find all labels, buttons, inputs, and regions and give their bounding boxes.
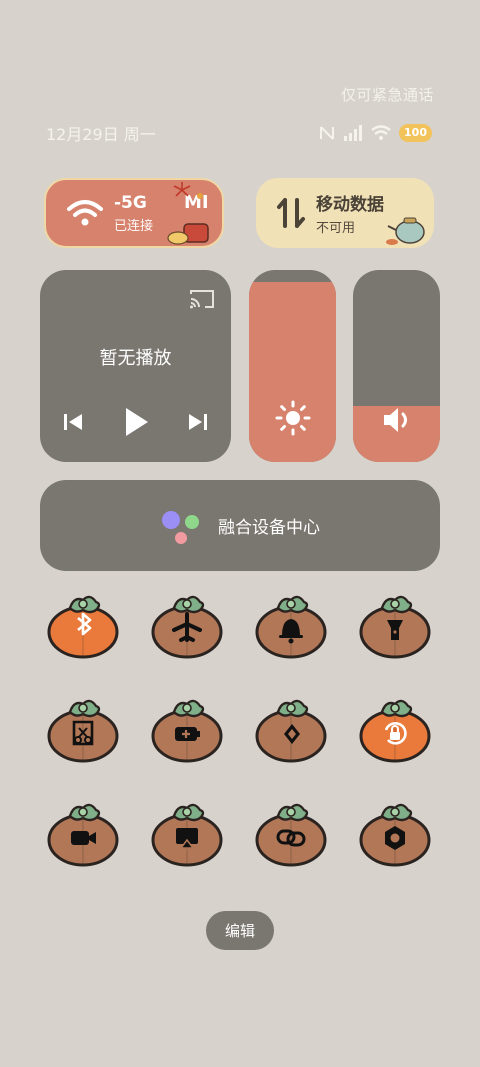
signal-icon (344, 125, 363, 141)
link-icon (255, 803, 327, 867)
toggle-bell[interactable] (254, 592, 328, 666)
settings-icon (359, 803, 431, 867)
mobile-data-tile[interactable]: 移动数据 不可用 (256, 178, 434, 248)
date-text: 12月29日 周一 (46, 125, 156, 144)
toggle-nfc-forward[interactable] (254, 696, 328, 770)
status-icons: 100 (319, 124, 432, 142)
bluetooth-icon (47, 595, 119, 659)
media-player-card[interactable]: 暂无播放 (40, 270, 231, 462)
next-track-icon[interactable] (187, 411, 209, 433)
teapot-decoration-icon (386, 217, 425, 245)
brightness-slider[interactable] (249, 270, 336, 462)
battery-saver-icon (151, 699, 223, 763)
previous-track-icon[interactable] (62, 411, 84, 433)
volume-slider[interactable] (353, 270, 440, 462)
mobile-data-title: 移动数据 (316, 195, 384, 215)
device-center-icon (162, 510, 199, 544)
toggle-rotation-lock[interactable] (358, 696, 432, 770)
data-arrows-icon (277, 198, 305, 228)
rotation-lock-icon (359, 699, 431, 763)
status-bar: 12月29日 周一 100 (46, 122, 432, 144)
airplane-icon (151, 595, 223, 659)
device-center-card[interactable]: 融合设备中心 (40, 480, 440, 571)
play-icon[interactable] (122, 406, 150, 438)
battery-indicator: 100 (399, 124, 432, 142)
brightness-icon (275, 400, 310, 436)
cast-icon[interactable] (189, 288, 215, 310)
toggle-screenshot[interactable] (46, 696, 120, 770)
video-icon (47, 803, 119, 867)
flashlight-icon (359, 595, 431, 659)
emergency-call-text: 仅可紧急通话 (340, 86, 434, 104)
wifi-tile[interactable]: -5G 已连接 MI (44, 178, 224, 248)
screen-cast-icon (151, 803, 223, 867)
toggle-flashlight[interactable] (358, 592, 432, 666)
wifi-network-name: -5G (114, 192, 147, 213)
wifi-state: 已连接 (114, 218, 154, 234)
mobile-data-state: 不可用 (316, 221, 356, 236)
edit-button[interactable]: 编辑 (206, 911, 274, 950)
toggle-bluetooth[interactable] (46, 592, 120, 666)
nfc-forward-icon (255, 699, 327, 763)
wifi-icon (67, 200, 103, 226)
media-title: 暂无播放 (99, 348, 172, 369)
wifi-status-icon (371, 125, 391, 140)
device-center-label: 融合设备中心 (218, 518, 320, 538)
toggle-screen-cast[interactable] (150, 800, 224, 874)
toggle-settings[interactable] (358, 800, 432, 874)
toggle-video[interactable] (46, 800, 120, 874)
toggle-airplane[interactable] (150, 592, 224, 666)
bell-icon (255, 595, 327, 659)
volume-icon (383, 408, 407, 432)
toggle-battery-saver[interactable] (150, 696, 224, 770)
nfc-icon (320, 126, 335, 140)
toggle-link[interactable] (254, 800, 328, 874)
screenshot-icon (47, 699, 119, 763)
firework-decoration-icon (167, 182, 209, 245)
quick-toggle-grid (46, 592, 436, 874)
